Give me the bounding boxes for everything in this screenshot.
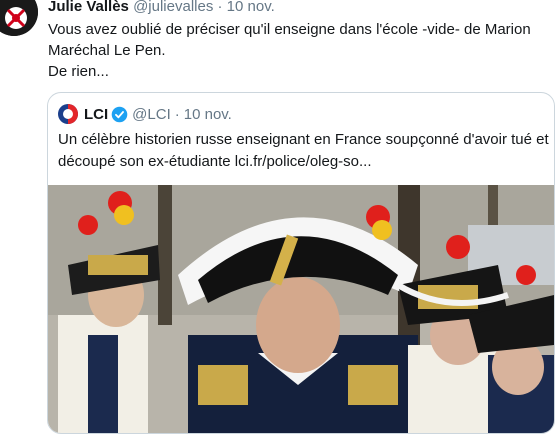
verified-badge-icon (111, 106, 128, 122)
quoted-author-name[interactable]: LCI (84, 106, 108, 123)
quoted-tweet-card[interactable]: LCI @LCI · 10 nov. Un célèbre historien … (47, 92, 555, 434)
tweet-date[interactable]: 10 nov. (227, 0, 275, 15)
tweet-text: Vous avez oublié de préciser qu'il ensei… (48, 19, 548, 82)
lci-logo-icon (58, 104, 78, 124)
tweet-text-line: Vous avez oublié de préciser qu'il ensei… (48, 21, 531, 38)
quoted-author-handle[interactable]: @LCI (132, 106, 171, 123)
quoted-tweet-header: LCI @LCI · 10 nov. (58, 103, 232, 125)
tweet-text-line: De rien... (48, 63, 109, 80)
quoted-text-line: découpé son ex-étudiante lci.fr/police/o… (58, 153, 372, 170)
author-name[interactable]: Julie Vallès (48, 0, 129, 15)
avatar[interactable] (0, 0, 38, 36)
quoted-tweet-photo[interactable] (48, 185, 554, 433)
tweet-text-line: Maréchal Le Pen. (48, 42, 166, 59)
tweet-header: Julie Vallès @julievalles · 10 nov. (48, 0, 275, 16)
quoted-text-line: Un célèbre historien russe enseignant en… (58, 131, 549, 148)
quoted-tweet-text: Un célèbre historien russe enseignant en… (58, 129, 549, 173)
quoted-tweet-date[interactable]: 10 nov. (184, 106, 232, 123)
author-handle[interactable]: @julievalles (133, 0, 213, 15)
quoted-meta-separator: · (174, 105, 180, 123)
meta-separator: · (217, 0, 223, 15)
